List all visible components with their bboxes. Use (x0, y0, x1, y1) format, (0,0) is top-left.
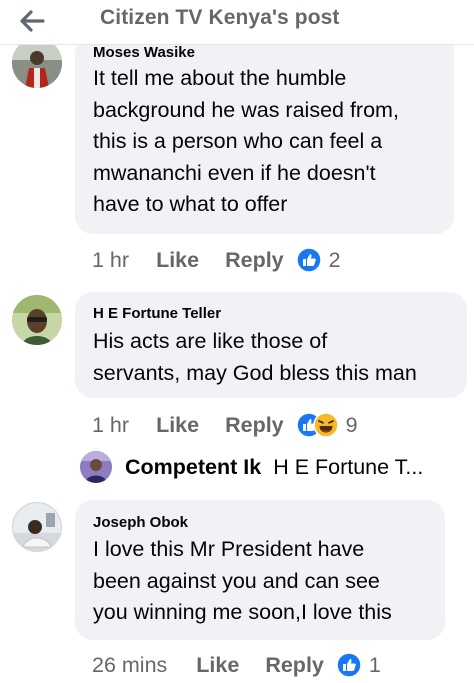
comment-author[interactable]: Joseph Obok (93, 514, 188, 531)
comment-bubble: H E Fortune Teller His acts are like tho… (75, 292, 467, 398)
comment-author[interactable]: Moses Wasike (93, 44, 195, 61)
reply-button[interactable]: Reply (225, 413, 284, 438)
comment-actions: 1 hr Like Reply 2 (92, 245, 341, 275)
reaction-count: 2 (328, 247, 341, 272)
comment-bubble: Joseph Obok I love this Mr President hav… (75, 500, 445, 640)
top-bar: Citizen TV Kenya's post (0, 0, 474, 45)
reply-button[interactable]: Reply (225, 248, 284, 273)
comment-time[interactable]: 26 mins (92, 653, 167, 678)
reaction-count: 9 (345, 412, 358, 437)
arrow-left-icon (20, 10, 45, 32)
comment-time[interactable]: 1 hr (92, 413, 129, 438)
reply-author: Competent Ik (125, 454, 262, 479)
reaction-count: 1 (368, 652, 381, 677)
reaction-summary[interactable]: 2 (295, 247, 341, 273)
comment-bubble: Moses Wasike It tell me about the humble… (75, 34, 454, 234)
like-button[interactable]: Like (156, 248, 199, 273)
reply-snippet: H E Fortune T... (273, 454, 424, 479)
avatar (80, 451, 112, 483)
comment-author[interactable]: H E Fortune Teller (93, 305, 221, 322)
comment-text: I love this Mr President have been again… (93, 537, 392, 624)
laughing-face-icon (312, 412, 339, 438)
avatar[interactable] (12, 295, 62, 345)
comment-actions: 1 hr Like Reply 9 (92, 410, 358, 440)
thumbs-up-icon (295, 247, 322, 273)
like-button[interactable]: Like (196, 653, 239, 678)
comment-text: It tell me about the humble background h… (93, 66, 399, 216)
avatar[interactable] (12, 502, 62, 552)
comment-text: His acts are like those of servants, may… (93, 329, 417, 385)
comment-actions: 26 mins Like Reply 1 (92, 650, 381, 680)
reaction-summary[interactable]: 9 (295, 412, 358, 438)
replies-preview[interactable]: Competent Ik H E Fortune T... (80, 450, 423, 484)
like-button[interactable]: Like (156, 413, 199, 438)
reaction-summary[interactable]: 1 (336, 652, 381, 678)
reply-button[interactable]: Reply (265, 653, 324, 678)
back-button[interactable] (14, 3, 50, 39)
page-title: Citizen TV Kenya's post (100, 6, 340, 29)
thumbs-up-icon (336, 652, 362, 678)
comment-time[interactable]: 1 hr (92, 248, 129, 273)
avatar[interactable] (12, 38, 62, 88)
